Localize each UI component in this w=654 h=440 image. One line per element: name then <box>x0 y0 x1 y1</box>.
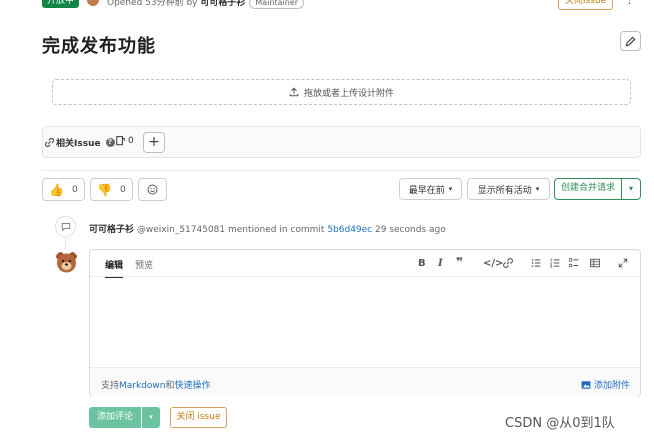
upload-icon <box>289 87 299 97</box>
code-icon[interactable]: </> <box>483 258 503 269</box>
create-merge-request-button[interactable]: 创建合并请求 <box>554 178 622 200</box>
bear-avatar-icon <box>56 252 77 273</box>
related-issues-block: 相关Issue ? 0 + <box>42 126 641 158</box>
related-issues-heading: 相关Issue ? <box>45 136 115 149</box>
dropzone-label: 拖放或者上传设计附件 <box>303 88 394 99</box>
related-issues-count: 0 <box>116 136 134 146</box>
chevron-down-icon: ▾ <box>448 185 453 193</box>
related-count-value: 0 <box>128 136 134 146</box>
thumbs-up-icon: 👍 <box>49 182 64 197</box>
event-action-text: mentioned in commit <box>225 225 328 235</box>
related-issues-label: 相关Issue <box>56 139 101 149</box>
add-reaction-button[interactable] <box>138 178 167 201</box>
quote-icon[interactable]: ❞ <box>456 255 463 269</box>
comment-event-icon <box>55 216 76 237</box>
thumbs-up-reaction-button[interactable]: 👍 0 <box>42 178 85 201</box>
activity-event: 可可格子衫 @weixin_51745081 mentioned in comm… <box>89 222 446 235</box>
thumbs-down-count: 0 <box>119 184 126 195</box>
status-badge: 开放中 <box>42 0 80 8</box>
opened-info: Opened 53分钟前 by 可可格子衫 Maintainer <box>107 0 305 9</box>
create-merge-request-dropdown[interactable]: ▾ <box>621 178 641 200</box>
comment-editor: 编辑 预览 B I ❞ </> 123 支持Markdown和快速操作 添加附件 <box>89 249 641 397</box>
activity-filter-label: 显示所有活动 <box>477 185 532 196</box>
close-issue-button[interactable]: 关闭 issue <box>170 407 227 428</box>
markdown-help: 支持Markdown和快速操作 <box>101 378 211 391</box>
markdown-link[interactable]: Markdown <box>119 381 165 391</box>
link-icon <box>45 138 54 147</box>
commit-link[interactable]: 5b6d49ec <box>327 225 372 235</box>
close-issue-top-button[interactable]: 关闭issue <box>558 0 613 10</box>
add-related-issue-button[interactable]: + <box>143 132 165 153</box>
comment-type-dropdown[interactable]: ▾ <box>142 407 160 428</box>
editor-footer: 支持Markdown和快速操作 添加附件 <box>90 367 640 397</box>
thumbs-down-icon: 👎 <box>97 182 112 197</box>
task-list-icon[interactable] <box>568 258 579 271</box>
page-title: 完成发布功能 <box>42 36 156 57</box>
issues-icon <box>116 136 125 146</box>
svg-text:3: 3 <box>550 264 552 268</box>
sort-order-label: 最早在前 <box>408 185 445 196</box>
table-icon[interactable] <box>590 258 600 271</box>
footer-prefix: 支持 <box>101 381 120 391</box>
bullet-list-icon[interactable] <box>531 258 541 271</box>
bold-icon[interactable]: B <box>418 258 426 269</box>
chevron-down-icon: ▾ <box>535 185 540 193</box>
opened-prefix: Opened 53分钟前 by <box>107 0 201 8</box>
attach-file-button[interactable]: 添加附件 <box>581 378 630 391</box>
link-icon[interactable] <box>503 258 513 271</box>
author-link[interactable]: 可可格子衫 <box>200 0 245 8</box>
role-badge: Maintainer <box>249 0 305 9</box>
issue-header-bar: 开放中 Opened 53分钟前 by 可可格子衫 Maintainer 关闭is… <box>42 0 642 10</box>
footer-and: 和 <box>165 381 175 391</box>
italic-icon[interactable]: I <box>438 258 443 269</box>
thumbs-down-reaction-button[interactable]: 👎 0 <box>90 178 133 201</box>
event-author-link[interactable]: 可可格子衫 <box>89 225 134 235</box>
edit-title-button[interactable] <box>620 31 641 51</box>
tab-preview[interactable]: 预览 <box>135 258 153 271</box>
section-divider <box>42 170 641 171</box>
event-author-handle: @weixin_51745081 <box>136 225 226 235</box>
thumbs-up-count: 0 <box>71 184 78 195</box>
tab-edit[interactable]: 编辑 <box>105 258 124 278</box>
sort-order-dropdown[interactable]: 最早在前 ▾ <box>399 178 462 200</box>
smiley-icon <box>147 184 158 195</box>
design-dropzone[interactable]: 拖放或者上传设计附件 <box>52 79 631 105</box>
timeline-connector <box>65 236 66 250</box>
toolbar-divider <box>90 276 640 277</box>
avatar[interactable] <box>54 250 79 275</box>
kebab-icon[interactable]: ⋮ <box>624 0 635 6</box>
question-icon[interactable]: ? <box>105 138 115 147</box>
watermark: CSDN @从0到1队 <box>505 416 615 431</box>
author-avatar-small[interactable] <box>87 0 99 6</box>
activity-filter-dropdown[interactable]: 显示所有活动 ▾ <box>467 178 550 200</box>
attach-label: 添加附件 <box>593 381 630 391</box>
event-time: 29 seconds ago <box>372 225 446 235</box>
pencil-icon <box>625 36 636 46</box>
image-icon <box>581 380 591 389</box>
add-comment-button[interactable]: 添加评论 <box>89 407 141 428</box>
quick-actions-link[interactable]: 快速操作 <box>175 381 211 391</box>
numbered-list-icon[interactable]: 123 <box>550 258 560 271</box>
fullscreen-icon[interactable] <box>618 258 628 271</box>
